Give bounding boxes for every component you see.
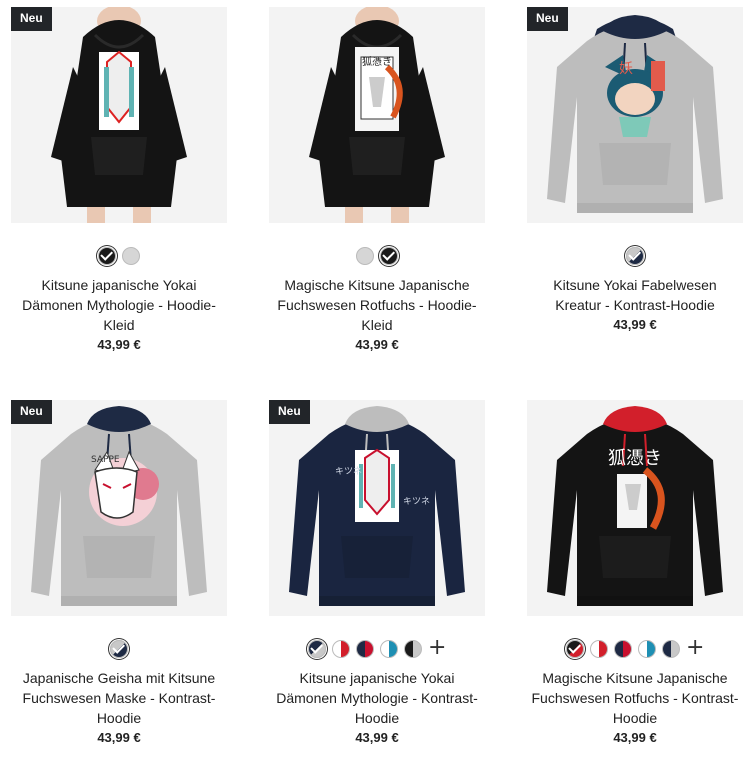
check-icon — [382, 248, 396, 261]
product-price: 43,99 € — [613, 730, 657, 745]
product-price: 43,99 € — [355, 730, 399, 745]
swatch-navy-grey[interactable] — [308, 640, 326, 658]
color-swatches: + — [269, 637, 485, 659]
product-title[interactable]: Kitsune Yokai Fabelwesen Kreatur - Kontr… — [527, 275, 743, 315]
svg-text:妖: 妖 — [619, 61, 633, 77]
product-grid: Neu Kitsune japanische Yokai Dämonen Myt… — [0, 0, 753, 768]
swatch-grey-navy[interactable] — [110, 640, 128, 658]
product-card[interactable]: SAPPE Neu Japanische Geisha mit Kitsune … — [11, 400, 227, 748]
svg-text:狐憑き: 狐憑き — [608, 448, 662, 469]
product-price: 43,99 € — [613, 317, 657, 332]
swatch-black[interactable] — [98, 247, 116, 265]
svg-text:キツネ: キツネ — [335, 466, 362, 477]
check-icon — [568, 641, 582, 654]
swatch-white-blue[interactable] — [380, 640, 398, 658]
product-price: 43,99 € — [97, 337, 141, 352]
product-title[interactable]: Magische Kitsune Japanische Fuchswesen R… — [269, 275, 485, 335]
hoodie-dress-black-fox-image: 狐憑き — [269, 7, 485, 223]
swatch-light-grey[interactable] — [356, 247, 374, 265]
contrast-hoodie-grey-navy-image: 妖 — [527, 7, 743, 223]
swatch-black-grey[interactable] — [404, 640, 422, 658]
product-image[interactable]: SAPPE Neu — [11, 400, 227, 616]
swatch-navy-red[interactable] — [614, 640, 632, 658]
swatch-black-red[interactable] — [566, 640, 584, 658]
check-icon — [112, 641, 126, 654]
new-badge: Neu — [269, 400, 310, 424]
swatch-white-blue[interactable] — [638, 640, 656, 658]
new-badge: Neu — [11, 400, 52, 424]
check-icon — [310, 641, 324, 654]
more-colors-plus-icon[interactable]: + — [428, 637, 446, 659]
hoodie-dress-black-kitsune-image — [11, 7, 227, 223]
swatch-black[interactable] — [380, 247, 398, 265]
check-icon — [100, 248, 114, 261]
product-card[interactable]: 狐憑き + Magische Kitsune Japanische Fuchsw… — [527, 400, 743, 748]
color-swatches — [11, 246, 227, 266]
product-title[interactable]: Japanische Geisha mit Kitsune Fuchswesen… — [11, 668, 227, 728]
contrast-hoodie-grey-navy-geisha-image: SAPPE — [11, 400, 227, 616]
product-image[interactable]: 狐憑き — [527, 400, 743, 616]
color-swatches: + — [527, 637, 743, 659]
product-image[interactable]: 妖 Neu — [527, 7, 743, 223]
swatch-light-grey[interactable] — [122, 247, 140, 265]
color-swatches — [527, 246, 743, 266]
product-card[interactable]: キツネ キツネ Neu + Kitsune japanische Yokai D… — [269, 400, 485, 748]
product-card[interactable]: 狐憑き Magische Kitsune Japanische Fuchswes… — [269, 7, 485, 355]
product-title[interactable]: Magische Kitsune Japanische Fuchswesen R… — [527, 668, 743, 728]
product-card[interactable]: 妖 Neu Kitsune Yokai Fabelwesen Kreatur -… — [527, 7, 743, 335]
product-title[interactable]: Kitsune japanische Yokai Dämonen Mytholo… — [11, 275, 227, 335]
svg-text:キツネ: キツネ — [403, 496, 430, 507]
product-price: 43,99 € — [355, 337, 399, 352]
contrast-hoodie-black-red-image: 狐憑き — [527, 400, 743, 616]
check-icon — [628, 248, 642, 261]
swatch-grey-navy[interactable] — [626, 247, 644, 265]
product-image[interactable]: Neu — [11, 7, 227, 223]
color-swatches — [11, 639, 227, 659]
product-price: 43,99 € — [97, 730, 141, 745]
contrast-hoodie-navy-grey-image: キツネ キツネ — [269, 400, 485, 616]
more-colors-plus-icon[interactable]: + — [686, 637, 704, 659]
swatch-white-red[interactable] — [332, 640, 350, 658]
product-title[interactable]: Kitsune japanische Yokai Dämonen Mytholo… — [269, 668, 485, 728]
swatch-navy-red[interactable] — [356, 640, 374, 658]
svg-text:狐憑き: 狐憑き — [362, 55, 392, 68]
color-swatches — [269, 246, 485, 266]
new-badge: Neu — [527, 7, 568, 31]
swatch-white-red[interactable] — [590, 640, 608, 658]
swatch-navy-grey[interactable] — [662, 640, 680, 658]
product-image[interactable]: 狐憑き — [269, 7, 485, 223]
svg-text:SAPPE: SAPPE — [91, 455, 120, 465]
product-image[interactable]: キツネ キツネ Neu — [269, 400, 485, 616]
new-badge: Neu — [11, 7, 52, 31]
product-card[interactable]: Neu Kitsune japanische Yokai Dämonen Myt… — [11, 7, 227, 355]
